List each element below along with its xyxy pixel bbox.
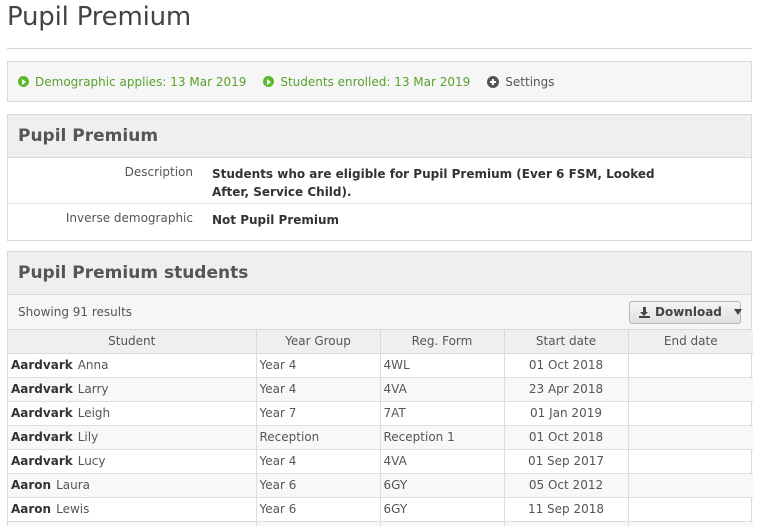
- start-date-cell: 01 Jan 2019: [504, 401, 629, 426]
- table-row[interactable]: [8, 521, 753, 526]
- download-label: Download: [655, 305, 722, 319]
- play-circle-icon: [18, 76, 29, 87]
- demographic-info-panel: Pupil Premium Description Students who a…: [7, 114, 752, 241]
- student-surname[interactable]: Aardvark: [11, 406, 73, 420]
- play-circle-icon: [263, 76, 275, 87]
- settings-text: Settings: [505, 74, 555, 89]
- start-date-cell: [504, 521, 629, 526]
- student-forename[interactable]: Laura: [56, 478, 90, 492]
- reg-form-cell: 6GY: [380, 473, 505, 498]
- student-forename[interactable]: Anna: [78, 358, 109, 372]
- student-name-cell[interactable]: Aardvark Leigh: [8, 401, 257, 426]
- reg-form-cell: 7AT: [380, 401, 505, 426]
- student-forename[interactable]: Leigh: [78, 406, 110, 420]
- title-divider: [7, 48, 752, 49]
- inverse-demographic-row: Inverse demographic Not Pupil Premium: [8, 204, 751, 240]
- plus-circle-icon: [487, 75, 500, 88]
- table-row[interactable]: Aardvark Lucy Year 4 4VA 01 Sep 2017: [8, 449, 753, 474]
- student-forename[interactable]: Lewis: [56, 502, 89, 516]
- year-group-cell: Year 4: [256, 353, 381, 378]
- students-toolbar: Showing 91 results Download: [8, 295, 751, 330]
- table-row[interactable]: Aaron Laura Year 6 6GY 05 Oct 2012: [8, 473, 753, 498]
- year-group-cell: Year 6: [256, 473, 381, 498]
- reg-form-cell: [380, 521, 505, 526]
- end-date-cell: [628, 497, 753, 522]
- student-name-cell[interactable]: Aardvark Lucy: [8, 449, 257, 474]
- student-name-cell[interactable]: Aaron Laura: [8, 473, 257, 498]
- column-header-start-date[interactable]: Start date: [504, 330, 629, 354]
- reg-form-cell: 4WL: [380, 353, 505, 378]
- student-forename[interactable]: Larry: [78, 382, 109, 396]
- start-date-cell: 01 Oct 2018: [504, 425, 629, 450]
- student-forename[interactable]: Lily: [78, 430, 98, 444]
- end-date-cell: [628, 425, 753, 450]
- year-group-cell: Year 6: [256, 497, 381, 522]
- start-date-cell: 11 Sep 2018: [504, 497, 629, 522]
- description-row: Description Students who are eligible fo…: [8, 158, 751, 204]
- end-date-cell: [628, 353, 753, 378]
- end-date-cell: [628, 377, 753, 402]
- description-value: Students who are eligible for Pupil Prem…: [212, 167, 655, 199]
- status-bar: Demographic applies: 13 Mar 2019 Student…: [7, 61, 752, 102]
- column-header-reg-form[interactable]: Reg. Form: [380, 330, 505, 354]
- student-surname[interactable]: Aardvark: [11, 430, 73, 444]
- start-date-cell: 01 Sep 2017: [504, 449, 629, 474]
- student-forename[interactable]: Lucy: [78, 454, 106, 468]
- students-enrolled-text: Students enrolled: 13 Mar 2019: [280, 74, 471, 89]
- reg-form-cell: Reception 1: [380, 425, 505, 450]
- year-group-cell: Year 4: [256, 377, 381, 402]
- table-header-row: Student Year Group Reg. Form Start date …: [8, 330, 753, 354]
- column-header-year-group[interactable]: Year Group: [256, 330, 381, 354]
- results-count: Showing 91 results: [18, 305, 133, 319]
- demographic-applies-text: Demographic applies: 13 Mar 2019: [35, 74, 247, 89]
- table-row[interactable]: Aardvark Lily Reception Reception 1 01 Oct 2…: [8, 425, 753, 450]
- student-name-cell[interactable]: Aardvark Larry: [8, 377, 257, 402]
- end-date-cell: [628, 473, 753, 498]
- end-date-cell: [628, 521, 753, 526]
- student-surname[interactable]: Aaron: [11, 478, 51, 492]
- start-date-cell: 05 Oct 2012: [504, 473, 629, 498]
- download-icon: [639, 306, 650, 318]
- column-header-end-date[interactable]: End date: [628, 330, 753, 354]
- inverse-demographic-label: Inverse demographic: [65, 211, 193, 225]
- student-surname[interactable]: Aaron: [11, 502, 51, 516]
- student-name-cell[interactable]: Aaron Lewis: [8, 497, 257, 522]
- students-table: Student Year Group Reg. Form Start date …: [8, 330, 753, 526]
- end-date-cell: [628, 449, 753, 474]
- students-enrolled-link[interactable]: Students enrolled: 13 Mar 2019: [263, 75, 470, 89]
- page-title: Pupil Premium: [7, 2, 192, 32]
- reg-form-cell: 4VA: [380, 377, 505, 402]
- table-row[interactable]: Aardvark Leigh Year 7 7AT 01 Jan 2019: [8, 401, 753, 426]
- column-header-student[interactable]: Student: [8, 330, 257, 354]
- year-group-cell: [256, 521, 381, 526]
- student-surname[interactable]: Aardvark: [11, 358, 73, 372]
- student-surname[interactable]: Aardvark: [11, 382, 73, 396]
- table-row[interactable]: Aardvark Larry Year 4 4VA 23 Apr 2018: [8, 377, 753, 402]
- inverse-demographic-value: Not Pupil Premium: [212, 213, 340, 227]
- settings-link[interactable]: Settings: [487, 74, 555, 89]
- year-group-cell: Year 4: [256, 449, 381, 474]
- students-panel: Pupil Premium students Showing 91 result…: [7, 251, 753, 526]
- end-date-cell: [628, 401, 753, 426]
- demographic-applies-link[interactable]: Demographic applies: 13 Mar 2019: [18, 75, 246, 89]
- caret-down-icon: [733, 309, 742, 315]
- students-panel-title: Pupil Premium students: [8, 252, 751, 295]
- start-date-cell: 01 Oct 2018: [504, 353, 629, 378]
- download-button[interactable]: Download: [629, 300, 742, 324]
- year-group-cell: Reception: [256, 425, 381, 450]
- description-label: Description: [124, 165, 193, 179]
- table-row[interactable]: Aardvark Anna Year 4 4WL 01 Oct 2018: [8, 353, 753, 378]
- reg-form-cell: 6GY: [380, 497, 505, 522]
- student-name-cell[interactable]: Aardvark Anna: [8, 353, 257, 378]
- info-panel-title: Pupil Premium: [8, 115, 751, 158]
- student-name-cell[interactable]: [8, 521, 257, 526]
- year-group-cell: Year 7: [256, 401, 381, 426]
- start-date-cell: 23 Apr 2018: [504, 377, 629, 402]
- student-name-cell[interactable]: Aardvark Lily: [8, 425, 257, 450]
- table-row[interactable]: Aaron Lewis Year 6 6GY 11 Sep 2018: [8, 497, 753, 522]
- reg-form-cell: 4VA: [380, 449, 505, 474]
- student-surname[interactable]: Aardvark: [11, 454, 73, 468]
